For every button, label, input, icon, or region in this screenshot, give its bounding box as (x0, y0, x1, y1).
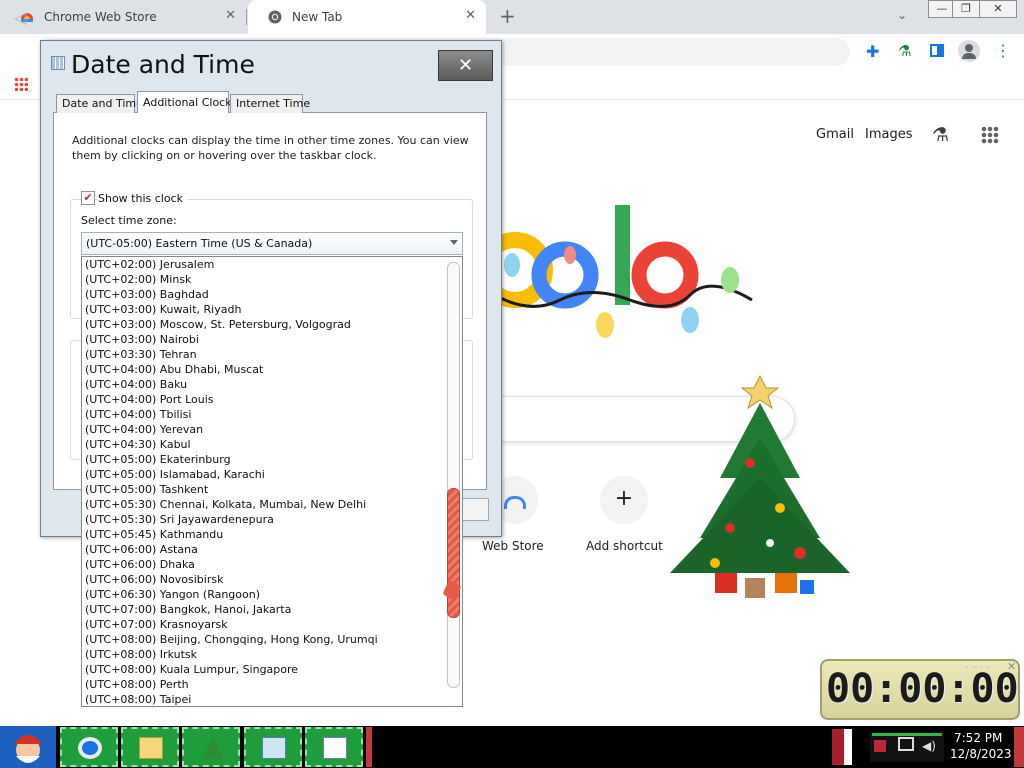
tab-internet-time[interactable]: Internet Time (230, 94, 310, 113)
volume-icon[interactable]: ◀) (922, 739, 936, 753)
time-zone-option[interactable]: (UTC+08:00) Taipei (85, 692, 445, 706)
tab-separator (246, 9, 247, 25)
time-zone-option[interactable]: (UTC+04:00) Yerevan (85, 422, 445, 437)
maximize-button[interactable]: ❐ (952, 0, 980, 18)
select-time-zone-label: Select time zone: (81, 214, 177, 227)
search-labs-flask-icon[interactable]: ⚗ (932, 124, 949, 146)
time-zone-option[interactable]: (UTC+08:00) Irkutsk (85, 647, 445, 662)
time-zone-select[interactable]: (UTC-05:00) Eastern Time (US & Canada) (81, 232, 463, 255)
tab-search-icon[interactable]: ⌄ (897, 8, 907, 22)
time-zone-option[interactable]: (UTC+05:30) Sri Jayawardenepura (85, 512, 445, 527)
show-this-clock-checkbox[interactable]: ✔ (81, 191, 95, 205)
tab-date-and-time[interactable]: Date and Time (56, 94, 143, 113)
taskbar-divider (366, 727, 372, 767)
dialog-close-button[interactable]: ✕ (438, 50, 493, 81)
calendar-clock-icon (323, 737, 347, 759)
tab-new-tab[interactable]: New Tab ✕ (248, 0, 486, 34)
tab-close-icon[interactable]: ✕ (465, 9, 476, 23)
new-tab-button[interactable]: + (499, 6, 516, 26)
profile-avatar-icon[interactable] (958, 40, 980, 62)
time-zone-option[interactable]: (UTC+05:00) Tashkent (85, 482, 445, 497)
time-zone-option[interactable]: (UTC+03:00) Kuwait, Riyadh (85, 302, 445, 317)
calendar-clock-icon (51, 56, 65, 70)
time-zone-options: (UTC+02:00) Jerusalem (UTC+02:00) Minsk (U… (85, 257, 445, 706)
stopwatch-digits: 00:00:00 (826, 666, 1019, 712)
add-shortcut-label[interactable]: Add shortcut (586, 539, 663, 553)
show-this-clock-label[interactable]: Show this clock (98, 192, 187, 205)
dropdown-scrollbar[interactable] (447, 262, 460, 688)
time-zone-option[interactable]: (UTC+06:00) Dhaka (85, 557, 445, 572)
time-zone-option[interactable]: (UTC+04:00) Tbilisi (85, 407, 445, 422)
taskbar-control-panel-button[interactable] (244, 727, 302, 767)
tab-label: New Tab (292, 10, 343, 24)
dialog-button[interactable] (462, 498, 489, 521)
chevron-down-icon[interactable] (450, 240, 458, 245)
time-zone-dropdown-list[interactable]: (UTC+02:00) Jerusalem (UTC+02:00) Minsk (U… (81, 256, 463, 707)
additional-clocks-description: Additional clocks can display the time i… (72, 134, 469, 162)
battery-indicator (872, 733, 942, 736)
time-zone-option[interactable]: (UTC+06:00) Novosibirsk (85, 572, 445, 587)
time-zone-option[interactable]: (UTC+07:00) Bangkok, Hanoi, Jakarta (85, 602, 445, 617)
dialog-title: Date and Time (71, 50, 255, 79)
extensions-puzzle-icon[interactable]: ✚ (866, 42, 879, 61)
taskbar-clock-time[interactable]: 7:52 PM (954, 731, 1002, 745)
time-zone-option[interactable]: (UTC+08:00) Kuala Lumpur, Singapore (85, 662, 445, 677)
tab-additional-clocks[interactable]: Additional Clocks (137, 91, 237, 113)
gmail-link[interactable]: Gmail (816, 127, 854, 142)
action-center-flag-icon[interactable] (874, 740, 886, 752)
side-panel-icon[interactable] (930, 44, 944, 57)
time-zone-option[interactable]: (UTC+04:00) Baku (85, 377, 445, 392)
time-zone-option[interactable]: (UTC+02:00) Minsk (85, 272, 445, 287)
google-doodle[interactable] (490, 200, 770, 360)
start-button-santa-icon[interactable] (0, 726, 56, 768)
chrome-icon (78, 737, 102, 759)
apps-grid-icon[interactable] (14, 77, 28, 91)
network-icon[interactable] (898, 737, 914, 751)
taskbar-clock-date[interactable]: 12/8/2023 (950, 747, 1012, 761)
language-flag-icon[interactable] (832, 729, 852, 765)
back-arrow-icon[interactable]: ◁ (14, 8, 26, 27)
time-zone-option[interactable]: (UTC+03:00) Baghdad (85, 287, 445, 302)
time-zone-option[interactable]: (UTC+03:00) Nairobi (85, 332, 445, 347)
images-link[interactable]: Images (865, 127, 913, 142)
taskbar-date-time-button[interactable] (305, 727, 363, 767)
time-zone-option[interactable]: (UTC+02:00) Jerusalem (85, 257, 445, 272)
time-zone-option[interactable]: (UTC+04:00) Port Louis (85, 392, 445, 407)
tab-label: Chrome Web Store (44, 10, 157, 24)
time-zone-option[interactable]: (UTC+05:00) Ekaterinburg (85, 452, 445, 467)
time-zone-option[interactable]: (UTC+04:30) Kabul (85, 437, 445, 452)
christmas-tree-image (670, 374, 850, 598)
show-desktop-button[interactable] (1014, 727, 1024, 767)
christmas-tree-icon (202, 737, 224, 759)
shortcut-web-store-label[interactable]: Web Store (482, 539, 544, 553)
taskbar-explorer-button[interactable] (121, 727, 179, 767)
taskbar-tree-button[interactable] (182, 727, 240, 767)
time-zone-option[interactable]: (UTC+03:30) Tehran (85, 347, 445, 362)
taskbar-chrome-button[interactable] (60, 727, 118, 767)
time-zone-option[interactable]: (UTC+05:45) Kathmandu (85, 527, 445, 542)
time-zone-option[interactable]: (UTC+08:00) Perth (85, 677, 445, 692)
time-zone-option[interactable]: (UTC+07:00) Krasnoyarsk (85, 617, 445, 632)
time-zone-option[interactable]: (UTC+03:00) Moscow, St. Petersburg, Volg… (85, 317, 445, 332)
time-zone-option[interactable]: (UTC+06:00) Astana (85, 542, 445, 557)
google-apps-icon[interactable] (981, 126, 999, 144)
chrome-labs-icon[interactable]: ⚗ (898, 42, 911, 60)
time-zone-option[interactable]: (UTC+06:30) Yangon (Rangoon) (85, 587, 445, 602)
folder-icon (139, 737, 163, 759)
tab-close-icon[interactable]: ✕ (225, 9, 236, 23)
control-panel-icon (262, 737, 286, 759)
tab-chrome-web-store[interactable]: Chrome Web Store ✕ (0, 0, 246, 34)
time-zone-option[interactable]: (UTC+05:30) Chennai, Kolkata, Mumbai, Ne… (85, 497, 445, 512)
time-zone-option[interactable]: (UTC+08:00) Beijing, Chongqing, Hong Kon… (85, 632, 445, 647)
close-window-button[interactable]: ✕ (979, 0, 1017, 18)
time-zone-option[interactable]: (UTC+04:00) Abu Dhabi, Muscat (85, 362, 445, 377)
add-shortcut-plus-icon[interactable]: + (600, 476, 648, 524)
chrome-icon (268, 10, 282, 24)
time-zone-option[interactable]: (UTC+05:00) Islamabad, Karachi (85, 467, 445, 482)
chrome-menu-icon[interactable]: ⋮ (995, 41, 1011, 60)
